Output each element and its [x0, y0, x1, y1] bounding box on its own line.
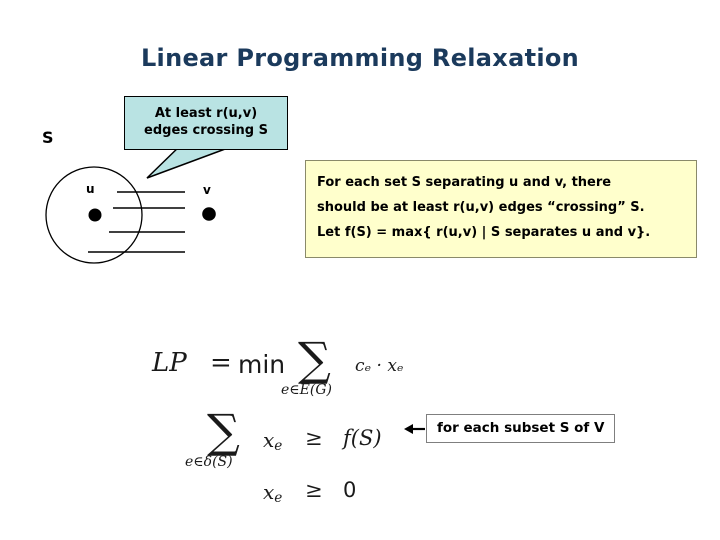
explanation-line-3: Let f(S) = max{ r(u,v) | S separates u a… — [317, 225, 651, 240]
constraint-1-relation: ≥ — [305, 426, 323, 450]
explanation-line-2: should be at least r(u,v) edges “crossin… — [317, 200, 645, 215]
explanation-box: For each set S separating u and v, there… — [305, 160, 697, 258]
callout-line-2: edges crossing S — [144, 123, 268, 138]
summation-sign-objective: ∑ — [298, 332, 331, 386]
subset-annotation-box: for each subset S of V — [426, 414, 616, 443]
constraint-2-rhs: 0 — [343, 478, 357, 502]
constraint-1-lhs: xe — [263, 428, 283, 454]
set-label-s: S — [42, 128, 54, 147]
vertex-u-label: u — [86, 182, 95, 196]
vertex-v-dot — [202, 207, 216, 221]
constraint-1-rhs: f(S) — [343, 426, 382, 450]
summation-sign-cut: ∑ — [207, 404, 240, 458]
left-arrow-icon — [404, 424, 425, 434]
objective-terms: cₑ · xₑ — [355, 356, 404, 376]
constraint-2-relation: ≥ — [305, 478, 323, 502]
lp-equals-sign: = — [210, 348, 232, 378]
slide-canvas: Linear Programming Relaxation S u v At l… — [0, 0, 720, 540]
callout-line-1: At least r(u,v) — [154, 106, 258, 121]
vertex-u-dot — [88, 208, 102, 222]
vertex-v-label: v — [203, 183, 211, 197]
page-title: Linear Programming Relaxation — [140, 44, 580, 72]
constraint-2-lhs: xe — [263, 480, 283, 506]
summation-subscript-edges: e∈E(G) — [281, 382, 332, 398]
explanation-line-1: For each set S separating u and v, there — [317, 175, 612, 190]
callout-at-least-edges: At least r(u,v) edges crossing S — [124, 96, 288, 150]
summation-subscript-cut: e∈δ(S) — [185, 454, 233, 470]
lp-name: LP — [152, 348, 187, 378]
lp-objective-op: min — [238, 350, 286, 379]
set-separation-diagram — [45, 166, 216, 264]
